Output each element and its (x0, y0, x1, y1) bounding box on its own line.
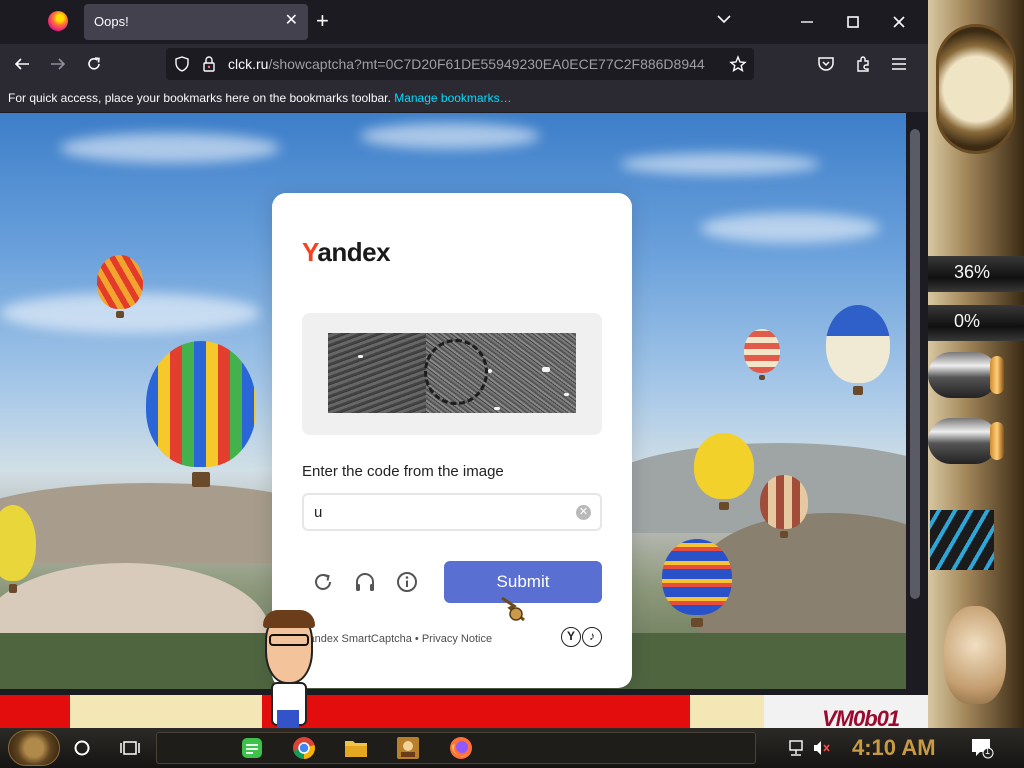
ram-gauge: 0% (928, 305, 1024, 341)
firefox-view-icon[interactable] (48, 11, 68, 31)
bookmarks-toolbar: For quick access, place your bookmarks h… (0, 84, 928, 112)
steampunk-clock-gadget[interactable] (930, 4, 1020, 164)
network-gauge (930, 510, 994, 570)
minimize-button[interactable] (784, 0, 830, 44)
list-all-tabs-icon[interactable] (716, 11, 732, 32)
audio-captcha-icon[interactable] (353, 570, 377, 594)
yandex-logo-rest: andex (317, 237, 391, 267)
bookmarks-message: For quick access, place your bookmarks h… (8, 91, 391, 105)
captcha-image (328, 333, 576, 413)
captcha-card: Yandex Enter the code from the image ✕ (272, 193, 632, 688)
smartcaptcha-badge: Y ♪ (560, 627, 602, 647)
balloon-image (146, 341, 256, 488)
ram-percent: 0% (954, 311, 981, 331)
balloon-image (760, 475, 808, 538)
tab-bar: Oops! ✕ + (0, 0, 928, 44)
scrollbar-thumb[interactable] (910, 129, 920, 599)
maximize-button[interactable] (830, 0, 876, 44)
bookmark-star-icon[interactable] (729, 55, 747, 78)
url-host: clck.ru (228, 56, 269, 72)
taskbar-clock[interactable]: 4:10 AM (852, 735, 936, 761)
pipe-gadget (928, 352, 1004, 398)
refresh-captcha-icon[interactable] (311, 570, 335, 594)
back-button[interactable] (10, 52, 34, 76)
reload-button[interactable] (82, 52, 106, 76)
task-view-icon[interactable] (118, 736, 142, 760)
balloon-image (97, 255, 143, 318)
captcha-image-container (302, 313, 602, 435)
notification-count: 1 (985, 746, 991, 756)
captcha-prompt-label: Enter the code from the image (302, 463, 504, 480)
tab-close-icon[interactable]: ✕ (285, 12, 298, 30)
network-icon[interactable] (786, 736, 810, 760)
url-bar[interactable]: clck.ru/showcaptcha?mt=0C7D20F61DE559492… (166, 48, 754, 80)
forward-button[interactable] (46, 52, 70, 76)
clear-input-icon[interactable]: ✕ (576, 505, 591, 520)
extensions-icon[interactable] (851, 52, 875, 76)
close-window-button[interactable] (876, 0, 922, 44)
smartcaptcha-footer[interactable]: Yandex SmartCaptcha • Privacy Notice (302, 633, 492, 645)
manage-bookmarks-link[interactable]: Manage bookmarks… (394, 91, 511, 105)
yandex-logo: Yandex (302, 237, 391, 268)
captcha-code-input[interactable] (302, 493, 602, 531)
page-scrollbar[interactable] (906, 113, 924, 689)
firefox-taskbar-icon[interactable] (449, 736, 473, 760)
cortana-icon[interactable] (70, 736, 94, 760)
notes-app-icon[interactable] (240, 736, 264, 760)
start-button[interactable] (8, 730, 60, 766)
gopher-mascot-image (944, 606, 1006, 704)
lock-icon[interactable] (202, 56, 216, 77)
smartcaptcha-badge-icon: ♪ (582, 627, 602, 647)
balloon-image (744, 329, 780, 381)
info-icon[interactable] (395, 570, 419, 594)
pipe-gadget (928, 418, 1004, 464)
tab-title: Oops! (94, 14, 129, 29)
notification-center-icon[interactable]: 1 (970, 736, 994, 760)
balloon-image (826, 305, 890, 396)
cpu-gauge: 36% (928, 256, 1024, 292)
yandex-badge-icon: Y (561, 627, 581, 647)
app-thumbnail-icon[interactable] (396, 736, 420, 760)
chrome-icon[interactable] (292, 736, 316, 760)
browser-window: Oops! ✕ + clck.ru/showcaptcha?mt=0C7D20F… (0, 0, 928, 695)
page-content: Yandex Enter the code from the image ✕ (0, 113, 906, 689)
balloon-image (662, 539, 732, 628)
pocket-icon[interactable] (814, 52, 838, 76)
url-text: clck.ru/showcaptcha?mt=0C7D20F61DE559492… (228, 56, 723, 72)
url-path: /showcaptcha?mt=0C7D20F61DE55949230EA0EC… (268, 56, 705, 72)
cartoon-avatar-image (263, 610, 315, 728)
yandex-logo-y: Y (302, 237, 318, 267)
menu-hamburger-icon[interactable] (887, 52, 911, 76)
volume-muted-icon[interactable] (810, 736, 834, 760)
mouse-cursor-icon (500, 596, 530, 624)
cpu-percent: 36% (954, 262, 991, 282)
desktop-wallpaper-strip (0, 695, 928, 728)
desktop-gadgets: 36% 0% (928, 0, 1024, 728)
tab-oops[interactable]: Oops! ✕ (84, 4, 308, 40)
file-explorer-icon[interactable] (344, 736, 368, 760)
taskbar: 4:10 AM 1 (0, 728, 1024, 768)
new-tab-button[interactable]: + (316, 9, 329, 33)
navigation-toolbar: clck.ru/showcaptcha?mt=0C7D20F61DE559492… (0, 44, 928, 84)
tracking-protection-icon[interactable] (174, 56, 190, 77)
balloon-image (694, 433, 754, 510)
